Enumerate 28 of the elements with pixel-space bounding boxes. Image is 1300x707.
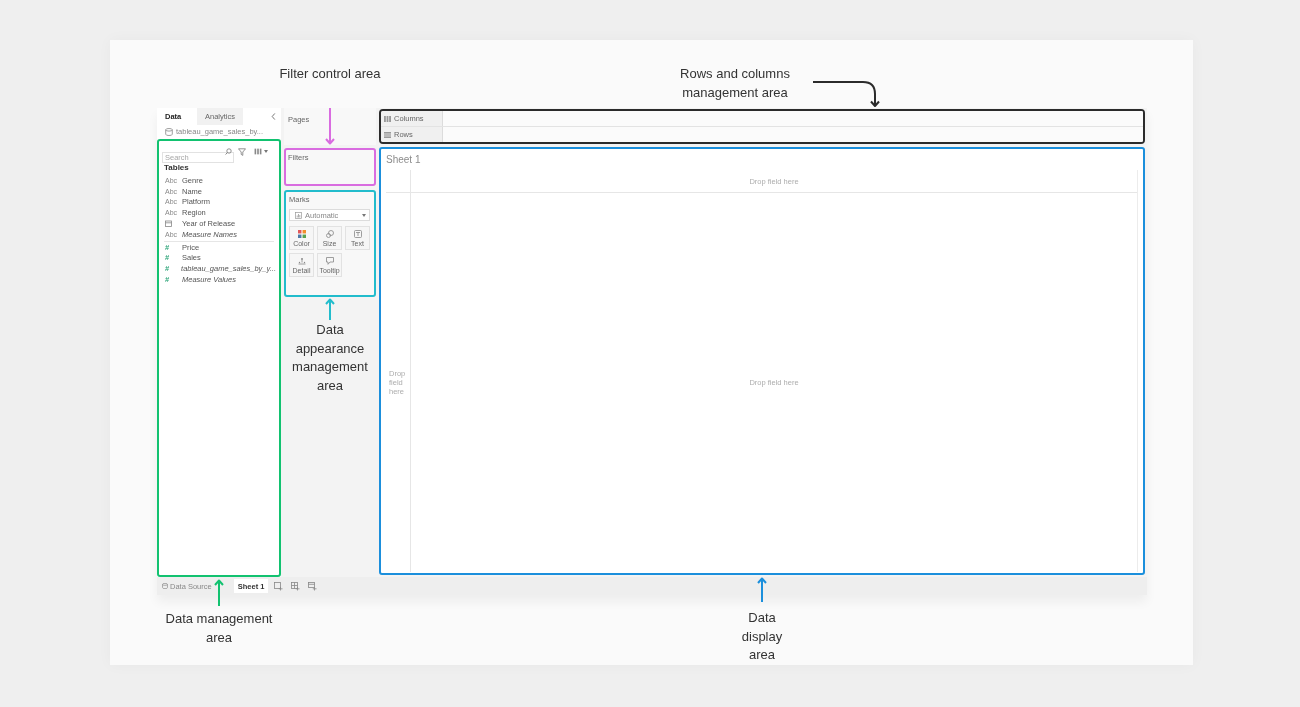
search-icon xyxy=(225,148,232,155)
columns-icon xyxy=(254,148,262,155)
chart-icon xyxy=(295,211,302,219)
annotation-label: Data display area xyxy=(740,609,784,664)
caret-icon xyxy=(264,150,268,153)
columns-icon xyxy=(384,115,391,122)
shapes-icon xyxy=(325,230,334,238)
rows-icon xyxy=(384,131,391,138)
text-icon xyxy=(353,230,362,238)
add-grid-icon[interactable] xyxy=(291,581,301,591)
database-icon xyxy=(162,583,168,589)
annotation-label: Rows and columns management area xyxy=(679,65,791,102)
sheet-title: Sheet 1 xyxy=(386,153,421,166)
add-sheet-icon[interactable] xyxy=(274,581,284,591)
database-icon xyxy=(165,127,173,136)
annotation-label: Filter control area xyxy=(278,65,382,83)
speech-bubble-icon xyxy=(325,257,334,265)
annotation-label: Data management area xyxy=(164,610,274,647)
caret-icon xyxy=(362,213,366,217)
detail-icon xyxy=(297,257,306,265)
add-panel-icon[interactable] xyxy=(308,581,318,591)
filter-icon[interactable] xyxy=(238,147,246,156)
view-options-button[interactable] xyxy=(254,148,268,155)
section-heading: Tables xyxy=(164,163,190,172)
annotation-label: Data appearance management area xyxy=(291,321,369,395)
palette-icon xyxy=(297,230,306,238)
collapse-icon[interactable] xyxy=(271,113,276,120)
calendar-icon xyxy=(165,220,172,228)
